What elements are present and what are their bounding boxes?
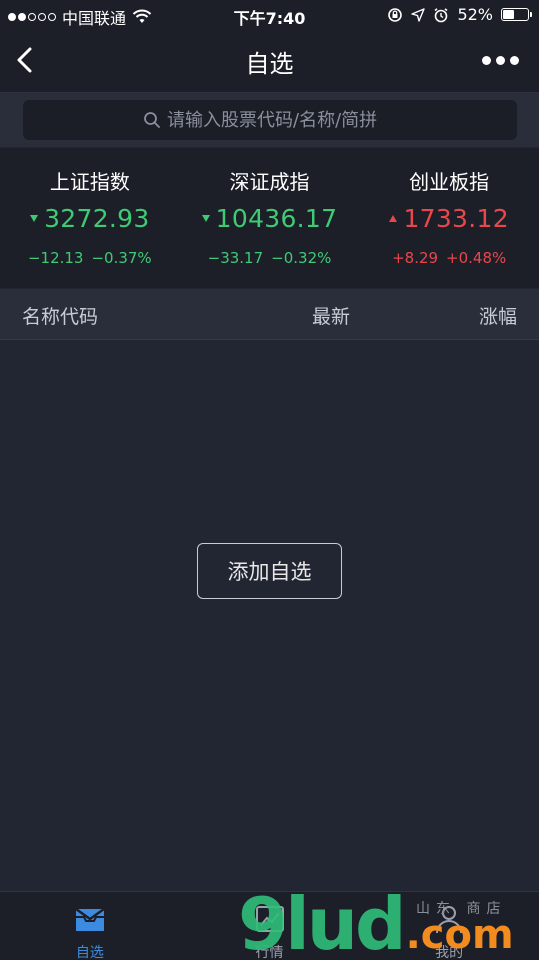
tab-mine[interactable]: 我的 (359, 892, 539, 960)
index-change: +8.29 (392, 249, 439, 267)
watchlist-header: 名称代码 最新 涨幅 (0, 289, 539, 340)
index-value-row: 10436.17 (180, 204, 360, 233)
index-change-row: +8.29 +0.48% (359, 249, 539, 267)
tab-watchlist[interactable]: 自选 (0, 892, 180, 960)
location-icon (411, 7, 426, 22)
index-change: −33.17 (207, 249, 264, 267)
page-title: 自选 (245, 50, 294, 78)
nav-bar: 自选 (0, 30, 539, 93)
watchlist-icon (75, 907, 105, 931)
market-index-strip: 上证指数 3272.93 −12.13 −0.37% 深证成指 10436.17… (0, 148, 539, 288)
index-value-row: 3272.93 (0, 204, 180, 233)
index-change-row: −12.13 −0.37% (0, 249, 180, 267)
column-header-name[interactable]: 名称代码 (22, 302, 98, 329)
index-card-shanghai[interactable]: 上证指数 3272.93 −12.13 −0.37% (0, 148, 180, 288)
more-dot-icon (510, 56, 519, 65)
down-arrow-icon (30, 215, 39, 222)
index-change-row: −33.17 −0.32% (180, 249, 360, 267)
more-dot-icon (482, 56, 491, 65)
battery-level (503, 10, 514, 19)
tab-label: 自选 (75, 945, 104, 960)
user-icon (436, 906, 463, 934)
more-button[interactable] (478, 52, 523, 69)
index-value: 3272.93 (44, 204, 150, 233)
search-box[interactable] (23, 100, 517, 140)
column-header-change[interactable]: 涨幅 (479, 302, 517, 329)
watchlist-empty-area: 添加自选 (0, 340, 539, 890)
index-name: 上证指数 (49, 170, 130, 194)
index-value: 10436.17 (215, 204, 338, 233)
search-icon (144, 112, 160, 128)
tab-label: 行情 (255, 945, 284, 960)
battery-percent: 52% (457, 5, 493, 24)
index-value-row: 1733.12 (359, 204, 539, 233)
index-card-shenzhen[interactable]: 深证成指 10436.17 −33.17 −0.32% (180, 148, 360, 288)
status-bar: 中国联通 下午7:40 52% (0, 0, 539, 30)
rotation-lock-icon (388, 7, 403, 22)
tab-market[interactable]: 行情 (180, 892, 360, 960)
index-name: 创业板指 (409, 170, 490, 194)
up-arrow-icon (389, 215, 398, 222)
index-change-pct: −0.32% (271, 249, 332, 267)
alarm-icon (434, 7, 448, 22)
add-watchlist-button[interactable]: 添加自选 (197, 543, 342, 599)
more-dot-icon (496, 56, 505, 65)
search-input[interactable] (167, 109, 397, 131)
index-card-chinext[interactable]: 创业板指 1733.12 +8.29 +0.48% (359, 148, 539, 288)
chart-icon (255, 906, 284, 932)
tab-label: 我的 (435, 945, 464, 960)
screen: 中国联通 下午7:40 52% 自选 请输入股票代码/名称/简拼 上证指数 32… (0, 0, 539, 960)
column-header-latest[interactable]: 最新 (312, 302, 350, 329)
status-right: 52% (387, 5, 532, 24)
index-name: 深证成指 (229, 170, 310, 194)
index-change: −12.13 (27, 249, 84, 267)
battery-icon (501, 8, 532, 21)
index-value: 1733.12 (403, 204, 509, 233)
index-change-pct: −0.37% (91, 249, 152, 267)
battery-tip (530, 12, 532, 17)
down-arrow-icon (201, 215, 210, 222)
tab-bar: 自选 行情 我的 (0, 891, 539, 960)
index-change-pct: +0.48% (446, 249, 507, 267)
search-bar (0, 93, 539, 147)
